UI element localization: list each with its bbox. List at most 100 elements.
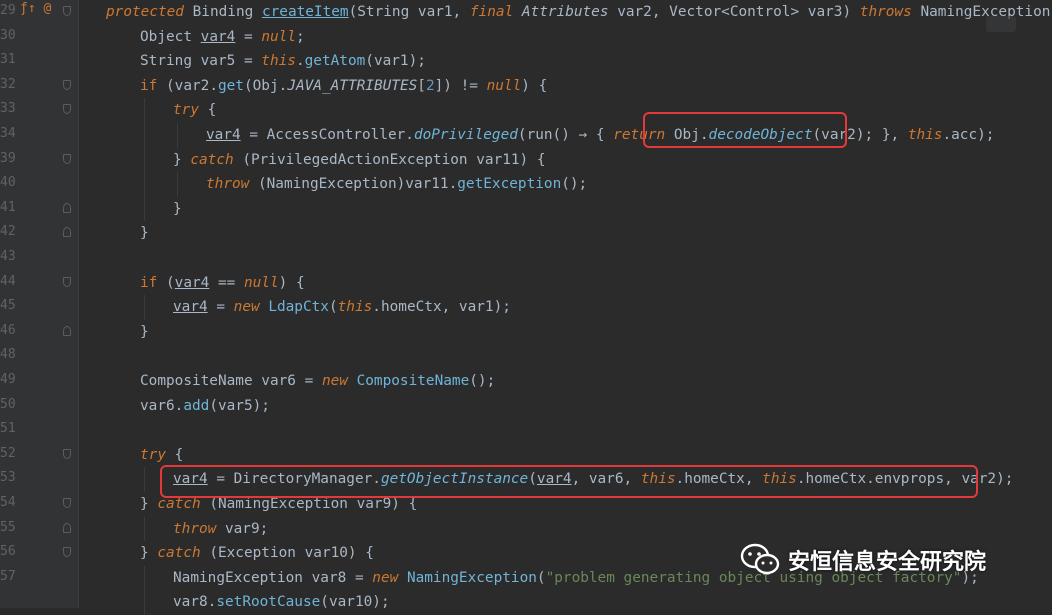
line-number: 52 [0,445,16,461]
code-line[interactable]: } catch (Exception var10) { [140,541,374,566]
code-line[interactable]: var8.setRootCause(var10); [173,590,390,615]
code-token: } [173,151,191,168]
gutter-row: 45 [0,295,78,320]
indent-guide [144,467,145,492]
code-token: throw [173,520,225,537]
line-number: 30 [0,27,16,43]
gutter-row: 50 [0,394,78,419]
code-line[interactable]: } [140,320,149,345]
code-line[interactable]: CompositeName var6 = new CompositeName()… [140,369,495,394]
fold-toggle-icon[interactable] [63,202,71,213]
code-token: String var5 = [140,53,262,70]
code-line[interactable]: Object var4 = null; [140,25,305,50]
line-number: 53 [0,470,16,486]
gutter-row: 33 [0,98,78,123]
line-number: 40 [0,175,16,191]
fold-toggle-icon[interactable] [63,498,71,508]
code-area[interactable]: protected Binding createItem(String var1… [106,0,1052,615]
code-token: null [243,274,279,291]
code-line[interactable]: try { [140,443,183,468]
code-token: } [173,200,182,217]
code-token: (run() → { [517,127,614,143]
indent-guide [144,123,145,148]
gutter-row: 34 [0,123,78,148]
code-token: add [183,397,210,414]
indent-guide [144,196,145,222]
code-line[interactable]: } catch (PrivilegedActionException var11… [173,148,546,173]
code-line[interactable]: } [173,197,182,222]
line-number: 49 [0,372,16,387]
code-token: { [207,102,217,119]
code-line[interactable]: var4 = AccessController.doPrivileged(run… [206,123,994,148]
fold-toggle-icon[interactable] [63,547,71,558]
gutter-row: 32 [0,74,78,99]
watermark: 安恒信息安全研究院 [740,540,986,580]
code-token: try [173,102,208,119]
code-token: (Exception var10) { [209,545,374,562]
line-number: 33 [0,101,16,117]
code-token: (PrivilegedActionException var11) { [242,151,546,168]
code-token: new [321,373,357,389]
gutter-row: 56 [0,541,78,566]
code-editor[interactable]: 29 ƒ↑ @ 30 31 32 33 34 39 40 41 42 43 44 45 46 48 49 50 51… [0,0,1052,615]
indent-guide [177,172,178,197]
code-token: ( [536,569,546,586]
fold-toggle-icon[interactable] [63,104,71,115]
code-token: (Obj. [243,77,288,94]
gutter-row: 30 [0,25,78,50]
code-token: throw [206,176,258,193]
line-gutter: 29 ƒ↑ @ 30 31 32 33 34 39 40 41 42 43 44 45 46 48 49 50 51… [0,0,78,608]
code-token: var4 [174,274,210,291]
code-line[interactable]: String var5 = this.getAtom(var1); [140,49,426,74]
line-number: 29 [0,3,16,18]
line-number: 32 [0,76,16,92]
indent-guide [177,123,178,148]
code-token: createItem [261,4,349,20]
code-token: ; [295,28,305,45]
line-number: 54 [0,495,16,510]
code-token: (NamingException)var11. [257,176,458,193]
code-line[interactable]: if (var2.get(Obj.JAVA_ATTRIBUTES[2]) != … [140,74,547,99]
code-line[interactable]: var6.add(var5); [140,394,270,419]
fold-toggle-icon[interactable] [63,153,71,164]
code-token: var4 [200,28,236,45]
fold-toggle-icon[interactable] [63,227,71,238]
code-line[interactable]: throw var9; [173,517,268,542]
fold-toggle-icon[interactable] [63,325,71,336]
code-token: this [261,53,296,70]
line-number: 34 [0,126,16,141]
code-token: if [140,274,166,291]
indent-guide [144,516,145,542]
code-token: var2, Vector<Control> var3) [617,4,860,20]
line-number: 43 [0,249,16,264]
line-number: 39 [0,150,16,166]
line-number: 31 [0,52,16,68]
fold-toggle-icon[interactable] [63,276,71,287]
code-token: CompositeName var6 = [140,373,322,389]
indent-guide [144,98,145,123]
line-number: 48 [0,347,16,363]
code-line[interactable]: protected Binding createItem(String var1… [106,0,1052,25]
fold-toggle-icon[interactable] [63,79,71,90]
code-line[interactable]: var4 = new LdapCtx(this.homeCtx, var1); [173,295,511,320]
code-line[interactable]: } [140,221,149,246]
fold-toggle-icon[interactable] [63,448,71,459]
fold-toggle-icon[interactable] [63,6,71,16]
code-token: (var5); [209,397,270,414]
override-marker-icon[interactable]: ƒ↑ @ [20,1,51,16]
code-token: catch [157,545,210,562]
watermark-text: 安恒信息安全研究院 [788,550,987,575]
code-token: Attributes [521,4,618,20]
code-token: getException [457,176,562,193]
code-line[interactable]: if (var4 == null) { [140,271,305,296]
code-token: CompositeName [356,373,470,389]
gutter-separator [78,0,79,608]
code-line[interactable]: try { [173,98,216,123]
indent-guide [144,590,145,615]
code-token: } [140,496,158,512]
code-token: get [217,77,244,94]
code-line[interactable]: throw (NamingException)var11.getExceptio… [206,172,587,197]
fold-toggle-icon[interactable] [63,522,71,533]
line-number: 51 [0,421,16,437]
indent-guide [144,147,145,173]
